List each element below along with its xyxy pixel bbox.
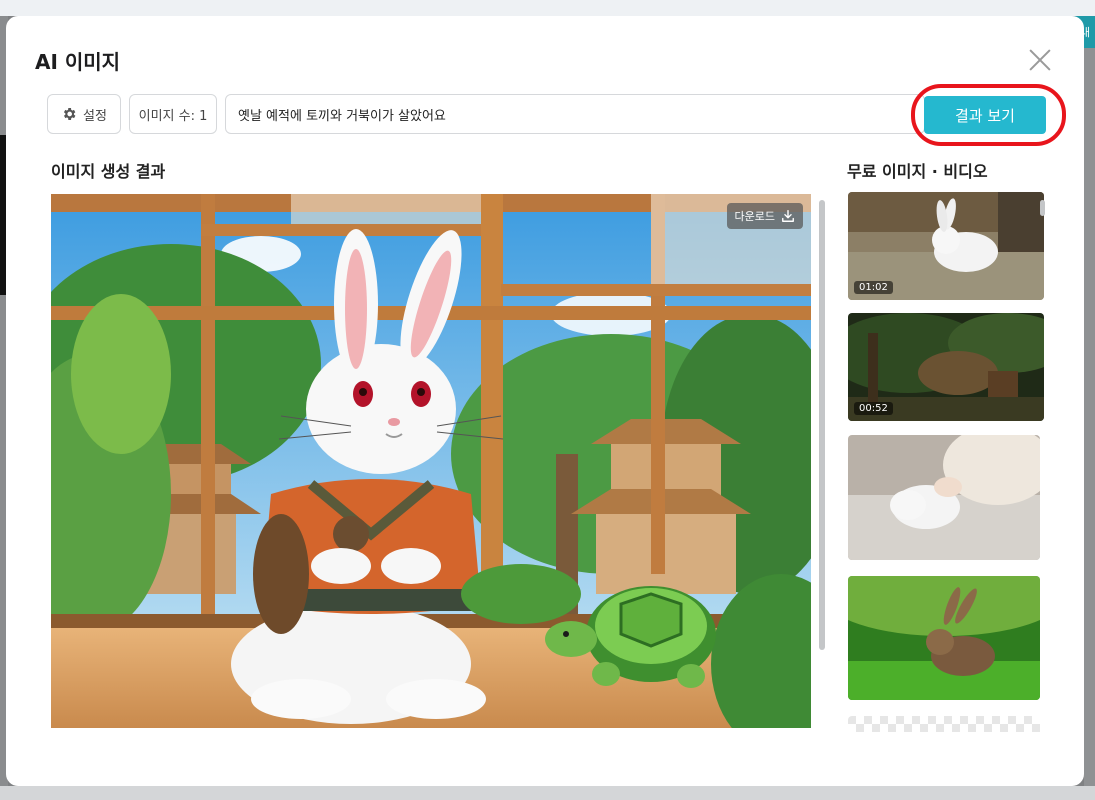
free-media-item[interactable]: 01:02 xyxy=(848,192,1044,300)
result-section-title: 이미지 생성 결과 xyxy=(51,162,166,181)
rabbit-turtle-illustration xyxy=(51,194,811,728)
close-icon[interactable] xyxy=(1026,46,1054,74)
free-media-item[interactable] xyxy=(848,576,1040,700)
download-button[interactable]: 다운로드 xyxy=(726,203,803,229)
background-app-bottom xyxy=(0,786,1095,800)
generated-image[interactable]: 다운로드 xyxy=(51,194,811,728)
image-count-label: 이미지 수: 1 xyxy=(138,108,208,124)
download-label: 다운로드 xyxy=(734,210,775,223)
gear-icon xyxy=(63,108,76,120)
ai-image-modal: AI 이미지 설정 이미지 수: 1 결과 보기 이미지 생성 결과 무료 이미… xyxy=(6,16,1084,786)
white-rabbit-rug-thumbnail xyxy=(848,435,1040,560)
free-section-title: 무료 이미지 · 비디오 xyxy=(847,162,988,181)
free-media-item[interactable]: 00:52 xyxy=(848,313,1044,421)
result-scrollbar[interactable] xyxy=(819,200,825,650)
brown-rabbit-thumbnail xyxy=(848,576,1040,700)
background-app-right xyxy=(1084,16,1095,800)
video-duration: 01:02 xyxy=(854,281,893,294)
background-app-top xyxy=(0,0,1095,16)
prompt-input[interactable] xyxy=(225,94,925,134)
free-media-scrollbar[interactable] xyxy=(1040,200,1045,216)
image-count-button[interactable]: 이미지 수: 1 xyxy=(129,94,217,134)
settings-button[interactable]: 설정 xyxy=(47,94,121,134)
free-media-item[interactable] xyxy=(848,716,1040,732)
free-media-list: 01:02 00:52 xyxy=(848,192,1048,732)
settings-label: 설정 xyxy=(83,108,107,124)
modal-title: AI 이미지 xyxy=(35,50,121,74)
video-duration: 00:52 xyxy=(854,402,893,415)
free-media-item[interactable] xyxy=(848,435,1040,560)
view-result-button[interactable]: 결과 보기 xyxy=(924,96,1046,134)
download-icon xyxy=(782,210,794,222)
transparent-pattern-thumbnail xyxy=(848,716,1040,732)
